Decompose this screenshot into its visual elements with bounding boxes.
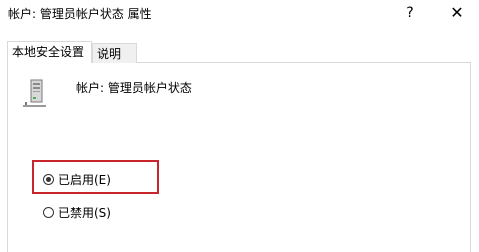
window-title: 帐户: 管理员帐户状态 属性 [8,7,152,21]
radio-checked-icon[interactable] [43,173,54,185]
tab-local-security-setting[interactable]: 本地安全设置 [7,41,92,63]
close-button[interactable]: ✕ [444,2,470,24]
properties-dialog: 帐户: 管理员帐户状态 属性 ? ✕ 本地安全设置 说明 帐户: 管理员帐户状态… [0,0,479,252]
radio-disabled[interactable]: 已禁用(S) [43,203,111,221]
policy-name: 帐户: 管理员帐户状态 [76,81,192,95]
tab-explain[interactable]: 说明 [92,43,137,63]
help-button[interactable]: ? [398,2,422,24]
radio-unchecked-icon[interactable] [43,206,54,218]
radio-disabled-label: 已禁用(S) [58,205,111,220]
computer-tower-icon [21,78,51,108]
radio-enabled[interactable]: 已启用(E) [43,170,111,188]
radio-enabled-label: 已启用(E) [58,172,111,187]
title-bar: 帐户: 管理员帐户状态 属性 ? ✕ [0,0,479,28]
